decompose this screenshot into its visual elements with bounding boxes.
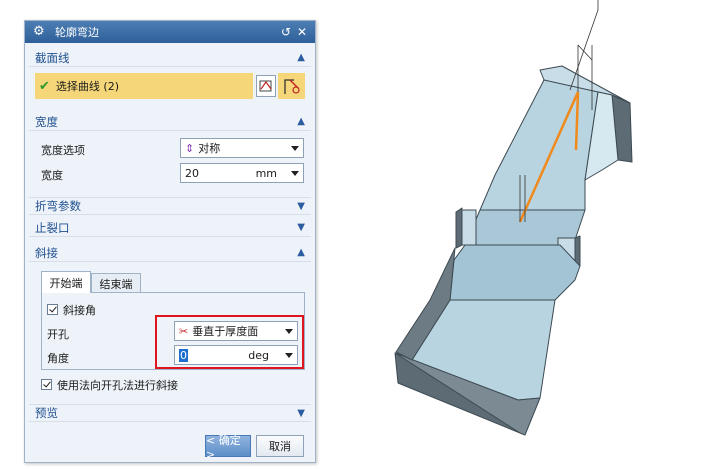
sheet-metal-model bbox=[394, 65, 633, 436]
normal-hole-checkbox[interactable] bbox=[41, 379, 52, 390]
tab-start[interactable]: 开始端 bbox=[41, 271, 91, 293]
hole-select[interactable]: ✂ 垂直于厚度面 bbox=[174, 321, 298, 341]
section-preview-header[interactable]: 预览 ▼ bbox=[29, 404, 311, 422]
dialog-title: 轮廓弯边 bbox=[55, 26, 99, 39]
chevron-down-icon[interactable]: ▼ bbox=[297, 405, 305, 423]
width-value: 20 bbox=[185, 166, 199, 180]
angle-unit: deg bbox=[248, 348, 269, 362]
angle-input[interactable]: 0 deg bbox=[174, 345, 298, 365]
miter-angle-checkbox[interactable] bbox=[47, 304, 58, 315]
section-width-header[interactable]: 宽度 ▲ bbox=[29, 113, 311, 131]
section-bend-header[interactable]: 折弯参数 ▼ bbox=[29, 197, 311, 215]
model-viewport[interactable] bbox=[330, 0, 720, 469]
curve-rule-button[interactable] bbox=[256, 75, 276, 97]
normal-hole-label: 使用法向开孔法进行斜接 bbox=[57, 379, 178, 392]
width-unit: mm bbox=[255, 166, 277, 180]
tab-end[interactable]: 结束端 bbox=[91, 273, 141, 293]
cancel-label: 取消 bbox=[269, 440, 291, 453]
hole-value: 垂直于厚度面 bbox=[192, 325, 259, 338]
section-relief-title: 止裂口 bbox=[35, 220, 70, 235]
chevron-down-icon[interactable]: ▼ bbox=[297, 219, 305, 237]
width-label: 宽度 bbox=[41, 169, 63, 182]
width-option-label: 宽度选项 bbox=[41, 144, 85, 157]
section-bend-title: 折弯参数 bbox=[35, 199, 81, 213]
sketch-section-icon bbox=[283, 79, 300, 94]
section-curve-header[interactable]: 截面线 ▲ bbox=[29, 49, 311, 67]
select-curve-label: 选择曲线 (2) bbox=[55, 80, 119, 93]
contour-flange-dialog: ⚙ 轮廓弯边 ↺ ✕ 截面线 ▲ ✔ 选择曲线 (2) 宽度 ▲ 宽度选项 ⇕ … bbox=[24, 20, 316, 463]
reset-icon[interactable]: ↺ bbox=[279, 24, 293, 40]
symmetric-icon: ⇕ bbox=[185, 141, 195, 155]
chevron-up-icon[interactable]: ▲ bbox=[297, 113, 305, 131]
chevron-down-icon[interactable] bbox=[285, 353, 293, 358]
chevron-down-icon bbox=[285, 329, 293, 334]
miter-angle-label: 斜接角 bbox=[63, 304, 96, 317]
select-curve-row[interactable]: ✔ 选择曲线 (2) bbox=[35, 73, 253, 99]
chevron-up-icon[interactable]: ▲ bbox=[297, 49, 305, 67]
section-curve-title: 截面线 bbox=[35, 50, 70, 65]
chevron-down-icon[interactable] bbox=[291, 171, 299, 176]
check-icon: ✔ bbox=[39, 78, 50, 94]
section-relief-header[interactable]: 止裂口 ▼ bbox=[29, 219, 311, 237]
width-option-value: 对称 bbox=[198, 142, 221, 155]
tab-end-label: 结束端 bbox=[99, 277, 133, 291]
title-bar: ⚙ 轮廓弯边 ↺ ✕ bbox=[25, 21, 315, 43]
angle-label: 角度 bbox=[47, 352, 69, 365]
curve-rule-icon bbox=[259, 80, 272, 92]
close-icon[interactable]: ✕ bbox=[295, 24, 309, 40]
hole-label: 开孔 bbox=[47, 328, 69, 341]
sketch-section-button[interactable] bbox=[278, 73, 305, 99]
cancel-button[interactable]: 取消 bbox=[256, 435, 304, 457]
chevron-down-icon bbox=[291, 146, 299, 151]
gear-icon[interactable]: ⚙ bbox=[33, 25, 47, 39]
section-preview-title: 预览 bbox=[35, 406, 58, 420]
tab-start-label: 开始端 bbox=[49, 276, 83, 290]
section-miter-title: 斜接 bbox=[35, 245, 58, 260]
chevron-up-icon[interactable]: ▲ bbox=[297, 244, 305, 262]
angle-value: 0 bbox=[179, 348, 188, 362]
ok-label: < 确定 > bbox=[206, 433, 241, 461]
chevron-down-icon[interactable]: ▼ bbox=[297, 198, 305, 216]
section-width-title: 宽度 bbox=[35, 114, 58, 129]
width-option-select[interactable]: ⇕ 对称 bbox=[180, 138, 304, 158]
section-miter-header[interactable]: 斜接 ▲ bbox=[29, 244, 311, 262]
ok-button[interactable]: < 确定 > bbox=[205, 434, 251, 461]
perpendicular-thickness-icon: ✂ bbox=[179, 324, 189, 338]
width-input[interactable]: 20 mm bbox=[180, 163, 304, 183]
